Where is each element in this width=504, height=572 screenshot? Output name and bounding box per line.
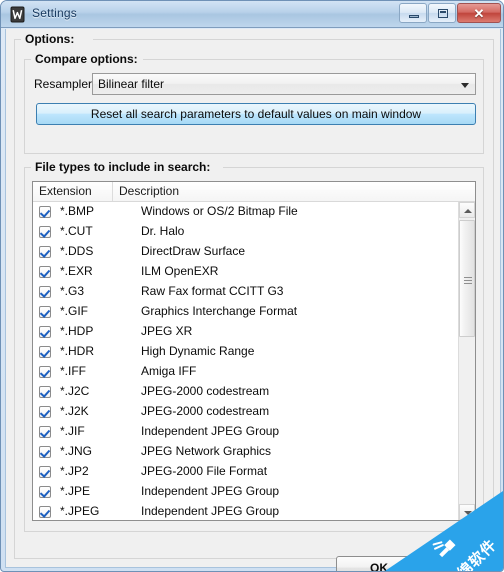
scroll-up-icon (464, 209, 472, 213)
cell-description: JPEG Network Graphics (141, 444, 272, 458)
title-bar: Settings ✕ (1, 1, 503, 28)
scroll-down-icon (464, 511, 472, 515)
table-row[interactable]: *.IFF Amiga IFF (33, 362, 475, 382)
dialog-body: Options: Compare options: Resampler: Bil… (5, 29, 501, 571)
maximize-button[interactable] (428, 3, 456, 23)
cell-description: Independent JPEG Group (141, 424, 280, 438)
resampler-label: Resampler: (34, 77, 96, 91)
cell-description: JPEG-2000 File Format (141, 464, 268, 478)
compare-options-group-label: Compare options: (31, 52, 142, 66)
cell-description: Independent JPEG Group (141, 504, 280, 518)
listview-rows: *.BMP Windows or OS/2 Bitmap File *.CUT Dr.… (33, 202, 475, 520)
ok-button[interactable]: OK (336, 556, 422, 572)
close-button[interactable]: ✕ (457, 3, 501, 23)
cell-extension: *.HDR (60, 344, 95, 358)
row-checkbox[interactable] (39, 226, 51, 238)
cell-description: DirectDraw Surface (141, 244, 246, 258)
table-row[interactable]: *.JIF Independent JPEG Group (33, 422, 475, 442)
options-group-label: Options: (21, 32, 79, 46)
file-types-group-label: File types to include in search: (31, 160, 215, 174)
resampler-combobox[interactable]: Bilinear filter (92, 73, 476, 95)
cell-description: High Dynamic Range (141, 344, 255, 358)
row-checkbox[interactable] (39, 486, 51, 498)
window-title: Settings (32, 6, 77, 20)
maximize-icon (438, 9, 448, 18)
cell-description: Dr. Halo (141, 224, 185, 238)
table-row[interactable]: *.CUT Dr. Halo (33, 222, 475, 242)
cell-extension: *.CUT (60, 224, 93, 238)
row-checkbox[interactable] (39, 386, 51, 398)
table-row[interactable]: *.HDP JPEG XR (33, 322, 475, 342)
cell-extension: *.JP2 (60, 464, 89, 478)
column-header-extension[interactable]: Extension (33, 182, 113, 201)
table-row[interactable]: *.EXR ILM OpenEXR (33, 262, 475, 282)
file-types-listview[interactable]: Extension Description *.BMP Windows or OS… (32, 181, 476, 521)
cell-description: JPEG-2000 codestream (141, 404, 270, 418)
ok-button-label: OK (370, 561, 388, 572)
resampler-value: Bilinear filter (98, 77, 165, 91)
scroll-up-button[interactable] (459, 202, 475, 218)
table-row[interactable]: *.HDR High Dynamic Range (33, 342, 475, 362)
cell-description: Amiga IFF (141, 364, 197, 378)
close-icon: ✕ (473, 6, 485, 21)
app-icon (9, 6, 26, 23)
scrollbar-grip-icon (464, 275, 472, 284)
cell-extension: *.IFF (60, 364, 86, 378)
cell-extension: *.G3 (60, 284, 85, 298)
table-row[interactable]: *.JNG JPEG Network Graphics (33, 442, 475, 462)
table-row[interactable]: *.G3 Raw Fax format CCITT G3 (33, 282, 475, 302)
cell-extension: *.DDS (60, 244, 94, 258)
cell-description: JPEG XR (141, 324, 193, 338)
listview-header: Extension Description (33, 182, 475, 202)
row-checkbox[interactable] (39, 246, 51, 258)
cell-description: Independent JPEG Group (141, 484, 280, 498)
row-checkbox[interactable] (39, 426, 51, 438)
scroll-down-button[interactable] (459, 504, 475, 520)
table-row[interactable]: *.GIF Graphics Interchange Format (33, 302, 475, 322)
cell-description: ILM OpenEXR (141, 264, 219, 278)
cell-extension: *.J2C (60, 384, 90, 398)
cell-description: Windows or OS/2 Bitmap File (141, 204, 298, 218)
row-checkbox[interactable] (39, 286, 51, 298)
table-row[interactable]: *.J2K JPEG-2000 codestream (33, 402, 475, 422)
cell-extension: *.JPEG (60, 504, 100, 518)
cell-description: Raw Fax format CCITT G3 (141, 284, 284, 298)
row-checkbox[interactable] (39, 446, 51, 458)
row-checkbox[interactable] (39, 506, 51, 518)
row-checkbox[interactable] (39, 266, 51, 278)
reset-button-label: Reset all search parameters to default v… (90, 107, 422, 121)
reset-search-parameters-button[interactable]: Reset all search parameters to default v… (36, 103, 476, 125)
settings-window: Settings ✕ Options: Compare options: Res… (0, 0, 504, 572)
listview-scrollbar[interactable] (458, 202, 475, 520)
row-checkbox[interactable] (39, 366, 51, 378)
minimize-icon (409, 15, 419, 18)
cell-extension: *.EXR (60, 264, 93, 278)
cell-extension: *.GIF (60, 304, 89, 318)
table-row[interactable]: *.J2C JPEG-2000 codestream (33, 382, 475, 402)
row-checkbox[interactable] (39, 406, 51, 418)
table-row[interactable]: *.JPEG Independent JPEG Group (33, 502, 475, 520)
row-checkbox[interactable] (39, 466, 51, 478)
row-checkbox[interactable] (39, 206, 51, 218)
row-checkbox[interactable] (39, 306, 51, 318)
cell-extension: *.JNG (60, 444, 93, 458)
window-controls: ✕ (398, 3, 501, 24)
table-row[interactable]: *.BMP Windows or OS/2 Bitmap File (33, 202, 475, 222)
cell-extension: *.HDP (60, 324, 94, 338)
scrollbar-thumb[interactable] (459, 220, 475, 337)
cell-extension: *.BMP (60, 204, 95, 218)
cell-description: Graphics Interchange Format (141, 304, 298, 318)
cell-extension: *.J2K (60, 404, 89, 418)
minimize-button[interactable] (399, 3, 427, 23)
cell-extension: *.JPE (60, 484, 91, 498)
cell-description: JPEG-2000 codestream (141, 384, 270, 398)
row-checkbox[interactable] (39, 326, 51, 338)
cell-extension: *.JIF (60, 424, 85, 438)
table-row[interactable]: *.JP2 JPEG-2000 File Format (33, 462, 475, 482)
table-row[interactable]: *.JPE Independent JPEG Group (33, 482, 475, 502)
table-row[interactable]: *.DDS DirectDraw Surface (33, 242, 475, 262)
column-header-description[interactable]: Description (113, 182, 460, 201)
chevron-down-icon (461, 83, 469, 88)
row-checkbox[interactable] (39, 346, 51, 358)
